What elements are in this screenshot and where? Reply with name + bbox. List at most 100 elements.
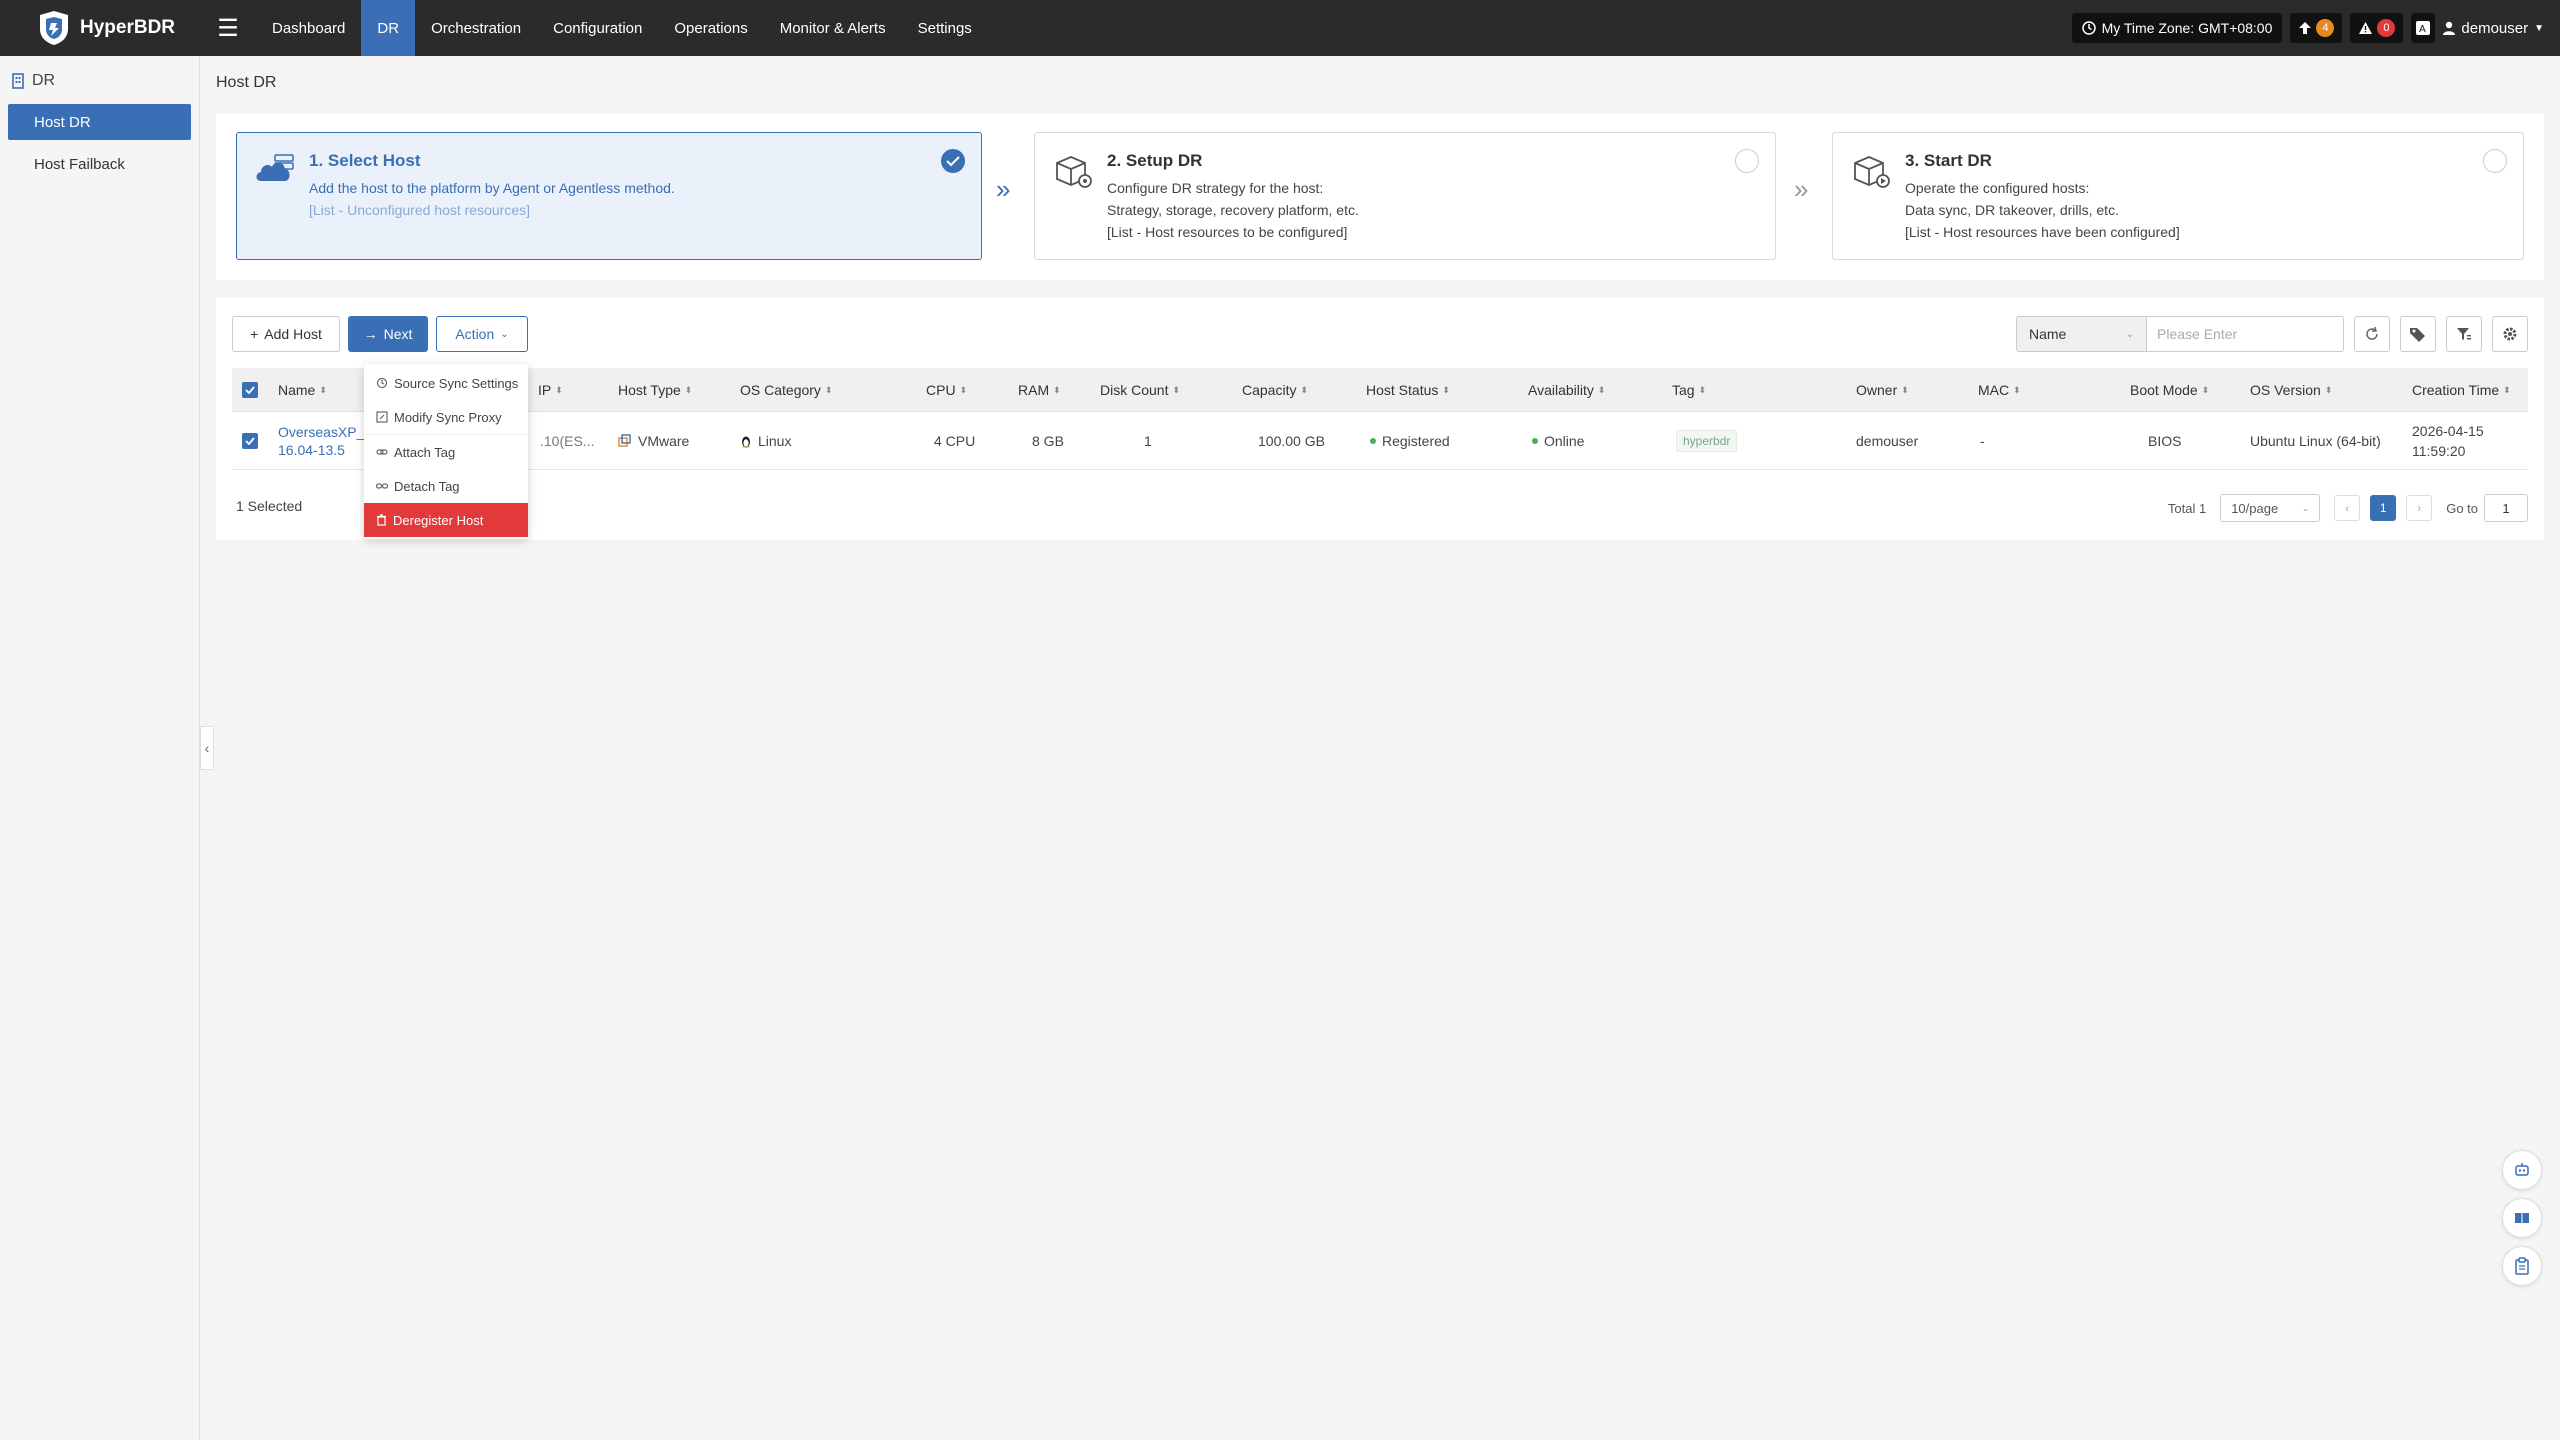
nav-configuration[interactable]: Configuration <box>537 0 658 56</box>
filter-button[interactable] <box>2446 316 2482 352</box>
col-name[interactable]: Name ⬍ <box>278 368 327 412</box>
total-count: Total 1 <box>2167 500 2207 516</box>
col-owner[interactable]: Owner ⬍ <box>1856 368 1909 412</box>
tag-filter-button[interactable] <box>2400 316 2436 352</box>
step-select-host[interactable]: 1. Select Host Add the host to the platf… <box>236 132 982 260</box>
user-icon <box>2443 21 2456 35</box>
refresh-icon <box>2366 326 2378 340</box>
col-os-category-label: OS Category <box>740 382 821 398</box>
table-row[interactable]: OverseasXP_ 16.04-13.5 .10(ES... VMware … <box>232 412 2528 470</box>
sidebar: DR Host DR Host Failback <box>0 56 200 1440</box>
pagination: Total 1 10/page ⌄ ‹ 1 › Go to 1 <box>2168 494 2528 522</box>
page-title: Host DR <box>216 74 277 91</box>
add-host-button[interactable]: + Add Host <box>232 316 340 352</box>
clipboard-float-button[interactable] <box>2502 1246 2542 1286</box>
menu-item-modify-sync-proxy[interactable]: Modify Sync Proxy <box>364 400 528 434</box>
search-input[interactable]: Please Enter <box>2146 316 2344 352</box>
page-size-value: 10/page <box>2231 500 2279 516</box>
menu-item-label: Deregister Host <box>393 512 484 528</box>
refresh-button[interactable] <box>2354 316 2390 352</box>
upload-tasks-button[interactable]: 4 <box>2290 13 2343 43</box>
goto-page-input[interactable]: 1 <box>2484 494 2528 522</box>
search-field-select[interactable]: Name ⌄ <box>2016 316 2146 352</box>
col-cpu[interactable]: CPU ⬍ <box>926 368 967 412</box>
col-capacity[interactable]: Capacity ⬍ <box>1242 368 1308 412</box>
action-button[interactable]: Action ⌄ <box>436 316 528 352</box>
robot-icon <box>2515 1163 2529 1176</box>
col-host-status[interactable]: Host Status ⬍ <box>1366 368 1450 412</box>
settings-button[interactable] <box>2492 316 2528 352</box>
nav-settings[interactable]: Settings <box>902 0 988 56</box>
sidebar-item-host-dr[interactable]: Host DR <box>8 104 191 140</box>
timezone-display[interactable]: My Time Zone: GMT+08:00 <box>2071 13 2283 43</box>
menu-item-attach-tag[interactable]: Attach Tag <box>364 435 528 469</box>
col-host-type[interactable]: Host Type ⬍ <box>618 368 692 412</box>
nav-dashboard[interactable]: Dashboard <box>256 0 361 56</box>
checkbox-checked-icon <box>242 382 258 398</box>
next-page-button[interactable]: › <box>2406 495 2433 521</box>
step-setup-dr[interactable]: 2. Setup DR Configure DR strategy for th… <box>1034 132 1776 260</box>
col-ram[interactable]: RAM ⬍ <box>1018 368 1061 412</box>
cell-creation-time: 2026-04-15 11:59:20 <box>2412 412 2484 470</box>
col-boot-mode[interactable]: Boot Mode ⬍ <box>2130 368 2209 412</box>
nav-orchestration[interactable]: Orchestration <box>415 0 537 56</box>
nav-operations[interactable]: Operations <box>658 0 763 56</box>
col-creation-time[interactable]: Creation Time ⬍ <box>2412 368 2511 412</box>
menu-toggle-icon[interactable]: ☰ <box>200 0 256 56</box>
cell-availability-value: Online <box>1544 433 1585 449</box>
sort-icon: ⬍ <box>959 384 968 395</box>
cell-cpu-value: 4 CPU <box>934 433 976 449</box>
menu-item-source-sync-settings[interactable]: Source Sync Settings <box>364 366 528 400</box>
link-icon <box>376 449 388 455</box>
col-ip[interactable]: IP ⬍ <box>538 368 563 412</box>
cell-os-category: Linux <box>740 412 791 470</box>
host-name-link[interactable]: OverseasXP_ 16.04-13.5 <box>278 412 364 470</box>
sidebar-item-host-failback[interactable]: Host Failback <box>8 146 191 182</box>
prev-page-button[interactable]: ‹ <box>2334 495 2361 521</box>
col-tag[interactable]: Tag ⬍ <box>1672 368 1706 412</box>
col-mac[interactable]: MAC ⬍ <box>1978 368 2021 412</box>
status-dot-icon <box>1532 438 1538 444</box>
arrow-right-icon: → <box>363 326 378 342</box>
sidebar-collapse-button[interactable]: ‹ <box>200 726 214 770</box>
language-button[interactable]: A <box>2411 13 2436 43</box>
arrow-up-icon <box>2299 22 2312 34</box>
upload-count-badge: 4 <box>2316 19 2335 37</box>
selection-count: 1 Selected <box>236 498 303 514</box>
col-os-category[interactable]: OS Category ⬍ <box>740 368 832 412</box>
sort-icon: ⬍ <box>1597 384 1606 395</box>
menu-item-deregister-host[interactable]: Deregister Host <box>364 503 528 537</box>
nav-dr[interactable]: DR <box>361 0 416 56</box>
nav-monitor-alerts[interactable]: Monitor & Alerts <box>764 0 902 56</box>
col-disk-count[interactable]: Disk Count ⬍ <box>1100 368 1180 412</box>
cell-capacity: 100.00 GB <box>1258 412 1325 470</box>
tag-badge[interactable]: hyperbdr <box>1676 430 1738 452</box>
cell-ram: 8 GB <box>1032 412 1064 470</box>
next-button[interactable]: → Next <box>348 316 428 352</box>
step-start-dr[interactable]: 3. Start DR Operate the configured hosts… <box>1832 132 2524 260</box>
goto-label: Go to <box>2446 500 2478 516</box>
user-menu[interactable]: demouser ▼ <box>2443 20 2544 37</box>
menu-item-detach-tag[interactable]: Detach Tag <box>364 469 528 503</box>
page-size-select[interactable]: 10/page ⌄ <box>2220 494 2321 522</box>
app-logo[interactable]: HyperBDR <box>0 0 200 56</box>
col-tag-label: Tag <box>1672 382 1695 398</box>
box-gear-icon <box>1056 156 1092 188</box>
row-checkbox[interactable] <box>242 412 258 470</box>
chevron-right-icon: › <box>2417 501 2422 515</box>
sort-icon: ⬍ <box>684 384 693 395</box>
step-2-title: 2. Setup DR <box>1107 151 1203 170</box>
col-os-version[interactable]: OS Version ⬍ <box>2250 368 2332 412</box>
steps-panel: 1. Select Host Add the host to the platf… <box>216 114 2544 280</box>
col-host-type-label: Host Type <box>618 382 681 398</box>
action-label: Action <box>455 326 495 342</box>
page-button[interactable]: 1 <box>2370 495 2397 521</box>
search-placeholder: Please Enter <box>2157 326 2238 342</box>
host-name-line-1: OverseasXP_ <box>278 424 365 440</box>
assistant-float-button[interactable] <box>2502 1150 2542 1190</box>
docs-float-button[interactable] <box>2502 1198 2542 1238</box>
select-all-checkbox[interactable] <box>242 368 258 412</box>
chevron-left-icon: ‹ <box>2345 501 2350 515</box>
col-availability[interactable]: Availability ⬍ <box>1528 368 1605 412</box>
alerts-button[interactable]: 0 <box>2350 13 2404 43</box>
